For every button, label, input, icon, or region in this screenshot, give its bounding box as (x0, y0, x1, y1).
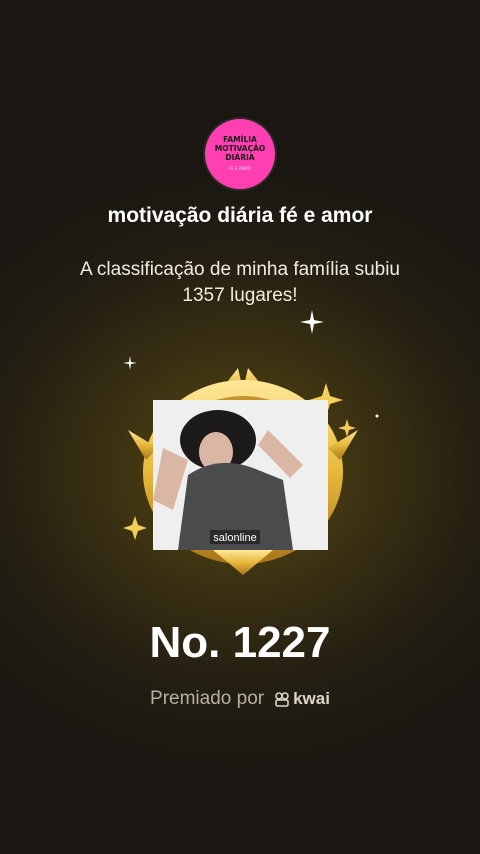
rank-number: No. 1227 (149, 618, 331, 667)
family-name: motivação diária fé e amor (107, 204, 373, 227)
logo-small-text: FÉ E AMOR (228, 166, 251, 171)
user-photo (153, 400, 328, 550)
sparkle-icon (300, 310, 324, 334)
logo-line-2: MOTIVAÇÃO (214, 144, 266, 153)
kwai-brand: kwai (274, 689, 330, 709)
awarded-by-label: Premiado por (150, 688, 265, 709)
logo-line-3: DIÁRIA (225, 153, 255, 162)
kwai-logo-icon (275, 692, 289, 707)
ranking-message: A classificação de minha família subiu 1… (80, 259, 400, 306)
sparkle-icon (375, 414, 379, 418)
awarded-by: Premiado por kwai (0, 688, 480, 710)
logo-line-1: FAMÍLIA (223, 135, 257, 144)
rank-medal: salonline (128, 368, 358, 575)
family-logo: FAMÍLIA MOTIVAÇÃO DIÁRIA FÉ E AMOR (205, 119, 275, 189)
sticker-text: salonline (213, 532, 256, 544)
kwai-brand-text: kwai (293, 689, 330, 708)
